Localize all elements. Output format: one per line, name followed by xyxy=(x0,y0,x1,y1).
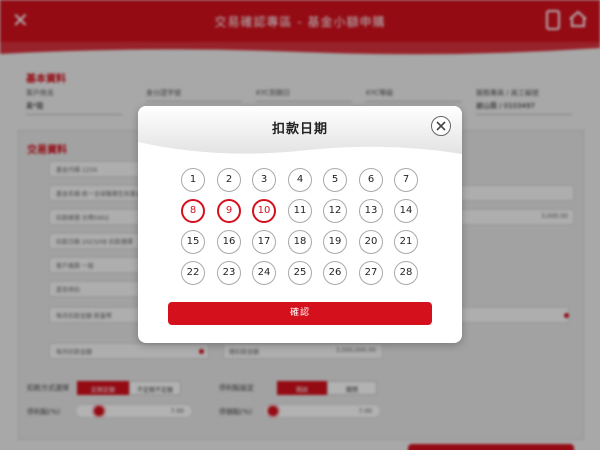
day-option[interactable]: 2 xyxy=(217,168,241,192)
close-icon xyxy=(436,121,446,131)
day-option[interactable]: 9 xyxy=(217,199,241,223)
day-option[interactable]: 17 xyxy=(252,230,276,254)
dialog-title: 扣款日期 xyxy=(271,122,328,137)
confirm-button[interactable]: 確認 xyxy=(168,302,432,325)
day-option[interactable]: 1 xyxy=(181,168,205,192)
day-option[interactable]: 24 xyxy=(252,261,276,285)
day-option[interactable]: 4 xyxy=(288,168,312,192)
day-option[interactable]: 12 xyxy=(323,199,347,223)
day-option[interactable]: 23 xyxy=(217,261,241,285)
day-option[interactable]: 20 xyxy=(359,230,383,254)
day-option[interactable]: 22 xyxy=(181,261,205,285)
day-option[interactable]: 25 xyxy=(288,261,312,285)
day-option[interactable]: 16 xyxy=(217,230,241,254)
day-option[interactable]: 8 xyxy=(181,199,205,223)
day-option[interactable]: 27 xyxy=(359,261,383,285)
day-option[interactable]: 11 xyxy=(288,199,312,223)
close-button[interactable] xyxy=(431,116,451,136)
day-option[interactable]: 7 xyxy=(394,168,418,192)
day-option[interactable]: 28 xyxy=(394,261,418,285)
day-option[interactable]: 3 xyxy=(252,168,276,192)
day-option[interactable]: 5 xyxy=(323,168,347,192)
day-option[interactable]: 10 xyxy=(252,199,276,223)
deduction-date-dialog: 扣款日期 1 2 3 4 5 6 7 8 9 10 11 12 13 14 15 16 17 18 19 20 21 22… xyxy=(138,106,462,343)
day-option[interactable]: 26 xyxy=(323,261,347,285)
day-option[interactable]: 6 xyxy=(359,168,383,192)
day-option[interactable]: 18 xyxy=(288,230,312,254)
dialog-header-wave xyxy=(138,142,462,162)
day-option[interactable]: 15 xyxy=(181,230,205,254)
day-option[interactable]: 21 xyxy=(394,230,418,254)
day-option[interactable]: 14 xyxy=(394,199,418,223)
day-option[interactable]: 13 xyxy=(359,199,383,223)
day-option[interactable]: 19 xyxy=(323,230,347,254)
